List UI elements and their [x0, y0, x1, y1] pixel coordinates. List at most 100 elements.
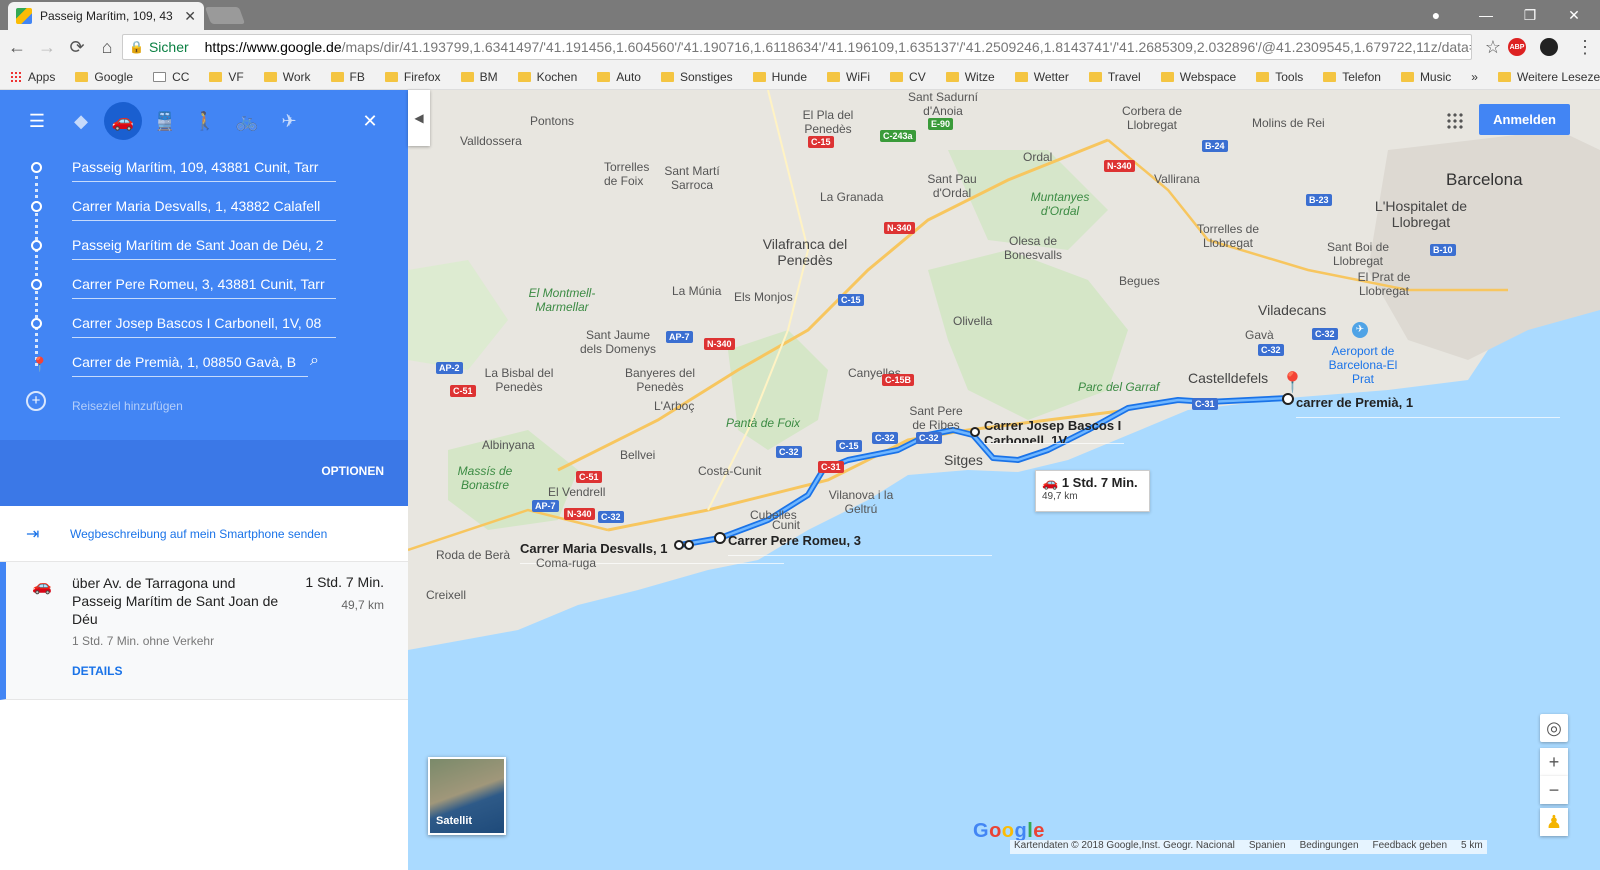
send-to-phone-row[interactable]: ⇥ Wegbeschreibung auf mein Smartphone se…: [0, 506, 408, 562]
add-destination-link[interactable]: Reiseziel hinzufügen: [72, 399, 183, 413]
maximize-icon[interactable]: ❐: [1514, 0, 1546, 30]
flight-mode-icon[interactable]: ✈: [274, 106, 304, 136]
waypoint-marker[interactable]: [970, 427, 980, 437]
apps-bookmark[interactable]: Apps: [10, 70, 55, 84]
bookmark-item[interactable]: Telefon: [1323, 70, 1381, 84]
walking-mode-icon[interactable]: 🚶: [190, 106, 220, 136]
place-label: Coma-ruga: [536, 556, 597, 570]
folder-icon: [890, 71, 904, 82]
bookmark-item[interactable]: Webspace: [1160, 70, 1236, 84]
bookmark-item[interactable]: Sonstiges: [660, 70, 733, 84]
street-view-pegman-icon[interactable]: ♟: [1540, 808, 1568, 836]
hamburger-menu-icon[interactable]: ☰: [22, 106, 52, 136]
zoom-in-button[interactable]: +: [1540, 748, 1568, 776]
bookmark-item[interactable]: Kochen: [517, 70, 577, 84]
waypoint-input[interactable]: Carrer Maria Desvalls, 1, 43882 Calafell: [72, 195, 336, 221]
bookmark-item[interactable]: CV: [890, 70, 926, 84]
waypoint-input[interactable]: Carrer Josep Bascos I Carbonell, 1V, 08: [72, 312, 336, 338]
place-label: Vallirana: [1154, 172, 1200, 186]
browser-tab[interactable]: Passeig Marítim, 109, 43 ✕: [8, 2, 204, 30]
road-shield: AP-7: [666, 331, 693, 343]
lock-icon: 🔒: [129, 40, 144, 54]
destination-input[interactable]: Carrer de Premià, 1, 08850 Gavà, B: [72, 351, 308, 377]
road-shield: C-32: [1312, 328, 1338, 340]
feedback-link[interactable]: Feedback geben: [1373, 840, 1448, 854]
place-label: Olesa de Bonesvalls: [1003, 234, 1063, 262]
route-option[interactable]: 🚗 über Av. de Tarragona und Passeig Marí…: [0, 562, 408, 700]
route-info-box[interactable]: 🚗 1 Std. 7 Min. 49,7 km: [1035, 470, 1150, 512]
road-shield: C-32: [916, 432, 942, 444]
satellite-toggle[interactable]: Satellit: [428, 757, 506, 835]
bookmark-item[interactable]: Tools: [1256, 70, 1303, 84]
profile-icon[interactable]: ●: [1422, 0, 1450, 30]
place-label: Creixell: [426, 588, 467, 602]
driving-mode-icon[interactable]: 🚗: [104, 102, 142, 140]
place-label: Vilafranca del Penedès: [762, 236, 848, 268]
bookmark-item[interactable]: Work: [263, 70, 311, 84]
my-location-icon[interactable]: ◎: [1540, 714, 1568, 742]
menu-icon[interactable]: ⋮: [1572, 34, 1598, 60]
transit-mode-icon[interactable]: 🚆: [150, 106, 180, 136]
bookmark-item[interactable]: BM: [460, 70, 498, 84]
add-destination-icon[interactable]: +: [26, 391, 46, 411]
cycling-mode-icon[interactable]: 🚲: [232, 106, 262, 136]
road-shield: AP-2: [436, 362, 463, 374]
bookmark-item[interactable]: Hunde: [752, 70, 807, 84]
zoom-out-button[interactable]: −: [1540, 776, 1568, 804]
scale-bar[interactable]: 5 km: [1461, 840, 1483, 854]
map-canvas[interactable]: 📍 Carrer Maria Desvalls, 1 Carrer Pere R…: [408, 90, 1600, 870]
bookmark-item[interactable]: WiFi: [827, 70, 870, 84]
place-label: Costa-Cunit: [698, 464, 762, 478]
road-shield: C-32: [872, 432, 898, 444]
terms-link[interactable]: Bedingungen: [1300, 840, 1359, 854]
bookmark-item[interactable]: CC: [153, 70, 189, 84]
folder-icon: [330, 71, 344, 82]
place-label: Vilanova i la Geltrú: [828, 488, 894, 516]
folder-icon: [945, 71, 959, 82]
other-bookmarks[interactable]: Weitere Lesezeichen: [1497, 70, 1600, 84]
close-tab-icon[interactable]: ✕: [184, 8, 196, 25]
back-icon[interactable]: ←: [4, 34, 30, 60]
bookmark-item[interactable]: Google: [75, 70, 133, 84]
google-apps-icon[interactable]: [1446, 112, 1464, 130]
apps-icon: [10, 70, 22, 83]
bookmark-item[interactable]: Wetter: [1014, 70, 1069, 84]
more-bookmarks-button[interactable]: »: [1471, 70, 1478, 84]
bookmark-item[interactable]: Music: [1400, 70, 1451, 84]
options-button[interactable]: OPTIONEN: [321, 464, 384, 478]
collapse-panel-button[interactable]: ◀: [408, 90, 430, 146]
close-directions-icon[interactable]: ✕: [355, 106, 385, 136]
bookmark-item[interactable]: FB: [330, 70, 365, 84]
new-tab-button[interactable]: [204, 7, 246, 24]
signin-button[interactable]: Anmelden: [1479, 104, 1570, 135]
bookmark-item[interactable]: Firefox: [384, 70, 441, 84]
minimize-icon[interactable]: —: [1470, 0, 1502, 30]
forward-icon[interactable]: →: [34, 34, 60, 60]
car-icon: 🚗: [32, 578, 52, 595]
info-time: 1 Std. 7 Min.: [1061, 475, 1138, 490]
best-route-icon[interactable]: ◆: [66, 106, 96, 136]
search-icon[interactable]: ⌕: [310, 352, 319, 370]
home-icon[interactable]: ⌂: [94, 34, 120, 60]
reload-icon[interactable]: ⟳: [64, 34, 90, 60]
folder-icon: [597, 71, 611, 82]
address-bar[interactable]: 🔒 Sicher https://www.google.de/maps/dir/…: [122, 34, 1472, 60]
bookmark-item[interactable]: Auto: [597, 70, 641, 84]
waypoint-input[interactable]: Passeig Marítim de Sant Joan de Déu, 2: [72, 234, 336, 260]
place-label: Gavà: [1245, 328, 1274, 342]
folder-icon: [384, 71, 398, 82]
extension-icon[interactable]: [1540, 38, 1558, 56]
close-window-icon[interactable]: ✕: [1558, 0, 1590, 30]
bookmark-item[interactable]: Witze: [945, 70, 995, 84]
waypoint-input[interactable]: Passeig Marítim, 109, 43881 Cunit, Tarr: [72, 156, 336, 182]
details-link[interactable]: DETAILS: [72, 664, 122, 678]
airport-icon[interactable]: ✈: [1352, 322, 1368, 338]
adblock-icon[interactable]: ABP: [1508, 38, 1526, 56]
bookmark-item[interactable]: Travel: [1088, 70, 1141, 84]
country-link[interactable]: Spanien: [1249, 840, 1286, 854]
star-icon[interactable]: ☆: [1480, 34, 1506, 60]
folder-icon: [460, 71, 474, 82]
place-label: L'Arboç: [654, 399, 695, 413]
bookmark-item[interactable]: VF: [209, 70, 244, 84]
waypoint-input[interactable]: Carrer Pere Romeu, 3, 43881 Cunit, Tarr: [72, 273, 336, 299]
